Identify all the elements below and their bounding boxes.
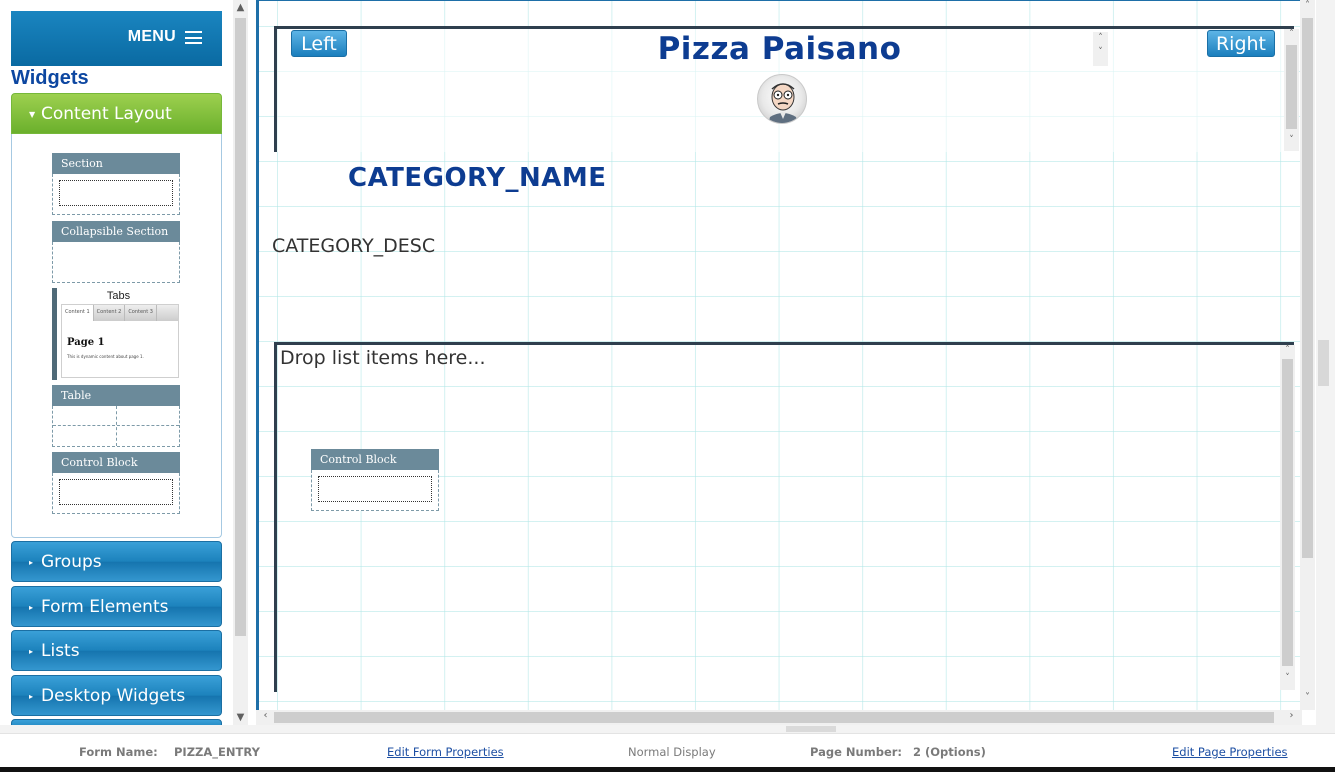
scroll-up-icon[interactable]: ▲ <box>233 2 248 13</box>
page-title: Pizza Paisano <box>657 31 902 67</box>
drop-placeholder: Drop list items here... <box>280 347 486 369</box>
pane-splitter[interactable] <box>0 725 1335 733</box>
section-widget-body <box>52 174 180 215</box>
menu-button[interactable]: MENU <box>11 11 222 66</box>
left-button[interactable]: Left <box>291 30 347 57</box>
collapsible-section-label: Collapsible Section <box>52 221 180 242</box>
display-mode: Normal Display <box>628 745 716 759</box>
widgets-heading: Widgets <box>11 67 89 89</box>
avatar <box>757 74 807 124</box>
title-spinner[interactable]: ˄ ˅ <box>1093 32 1108 66</box>
tabs-preview-page: Page 1 <box>67 337 105 348</box>
section-widget-label: Section <box>52 153 180 174</box>
control-block-dropzone <box>59 479 173 505</box>
sidebar-scrollbar[interactable]: ▲ ▼ <box>233 0 248 729</box>
accordion-label: Content Layout <box>41 104 172 124</box>
category-name: CATEGORY_NAME <box>348 163 607 193</box>
tab-preview-1: Content 1 <box>62 305 94 321</box>
canvas-horizontal-scrollbar[interactable]: ‹ › <box>256 710 1302 725</box>
control-block-dropzone <box>318 476 432 502</box>
chevron-down-icon[interactable]: ˅ <box>1300 692 1315 703</box>
tabs-widget[interactable]: Tabs Content 1 Content 2 Content 3 Page … <box>52 288 180 380</box>
widgets-sidebar: MENU Widgets ▼ Content Layout Section Co… <box>0 0 248 729</box>
control-block-label: Control Block <box>311 449 439 470</box>
menu-label: MENU <box>127 28 176 45</box>
splitter-grip[interactable] <box>786 726 836 732</box>
tabs-widget-label: Tabs <box>106 290 131 302</box>
table-row-divider <box>53 425 179 426</box>
list-scrollbar[interactable]: ˄ ˅ <box>1280 345 1295 690</box>
canvas-vertical-scrollbar[interactable]: ˄ ˅ <box>1300 0 1315 710</box>
tabs-preview-text: This is dynamic content about page 1. <box>67 354 144 359</box>
sidebar-scroll-thumb[interactable] <box>235 18 246 636</box>
category-description: CATEGORY_DESC <box>272 235 436 257</box>
triangle-right-icon: ▸ <box>29 603 34 612</box>
list-dropzone[interactable]: Drop list items here... Control Block ˄ … <box>274 342 1295 692</box>
chevron-up-icon[interactable]: ˄ <box>1093 33 1108 43</box>
triangle-down-icon: ▼ <box>29 110 36 119</box>
chevron-down-icon[interactable]: ˅ <box>1280 673 1295 683</box>
section-dropzone <box>59 180 173 206</box>
header-section-scrollbar[interactable]: ˄ ˅ <box>1284 29 1299 151</box>
chevron-up-icon[interactable]: ˄ <box>1280 345 1295 355</box>
accordion-label: Groups <box>41 552 102 572</box>
chevron-up-icon[interactable]: ˄ <box>1300 0 1315 11</box>
accordion-lists[interactable]: ▸ Lists <box>11 630 222 671</box>
edit-form-properties-link[interactable]: Edit Form Properties <box>387 745 504 759</box>
collapsible-section-widget[interactable]: Collapsible Section <box>52 221 180 283</box>
chevron-up-icon[interactable]: ˄ <box>1284 29 1299 39</box>
section-widget[interactable]: Section <box>52 153 180 215</box>
table-widget-body <box>52 406 180 447</box>
accordion-label: Form Elements <box>41 597 169 617</box>
triangle-right-icon: ▸ <box>29 558 34 567</box>
accordion-label: Lists <box>41 641 80 661</box>
page-scroll-grip[interactable] <box>1318 340 1329 386</box>
page-number-value: 2 (Options) <box>913 745 986 759</box>
accordion-label: Desktop Widgets <box>41 686 186 706</box>
accordion-form-elements[interactable]: ▸ Form Elements <box>11 586 222 627</box>
tab-preview-3: Content 3 <box>125 305 157 321</box>
page-number-label: Page Number: <box>810 745 903 759</box>
chevron-down-icon[interactable]: ˅ <box>1093 47 1108 57</box>
chevron-down-icon[interactable]: ˅ <box>1284 135 1299 145</box>
edit-page-properties-link[interactable]: Edit Page Properties <box>1172 745 1288 759</box>
canvas-hscroll-thumb[interactable] <box>274 712 1274 723</box>
control-block-body <box>52 473 180 514</box>
accordion-content-layout[interactable]: ▼ Content Layout <box>11 93 222 134</box>
control-block-widget[interactable]: Control Block <box>52 452 180 514</box>
form-name-label: Form Name: <box>79 745 158 759</box>
table-widget[interactable]: Table <box>52 385 180 447</box>
chevron-right-icon[interactable]: › <box>1284 710 1299 721</box>
header-scroll-thumb[interactable] <box>1286 45 1297 129</box>
accordion-groups[interactable]: ▸ Groups <box>11 541 222 582</box>
chevron-left-icon[interactable]: ‹ <box>258 710 273 721</box>
collapsible-section-body <box>52 242 180 283</box>
tab-preview-2: Content 2 <box>94 305 126 321</box>
table-column-divider <box>116 406 117 446</box>
triangle-right-icon: ▸ <box>29 647 34 656</box>
hamburger-icon <box>185 31 202 44</box>
cartoon-chef-icon <box>768 83 798 123</box>
tabs-preview: Content 1 Content 2 Content 3 Page 1 Thi… <box>61 304 179 378</box>
scroll-down-icon[interactable]: ▼ <box>233 712 248 723</box>
right-button[interactable]: Right <box>1207 30 1275 57</box>
content-layout-panel: Section Collapsible Section Tabs Content… <box>11 134 222 538</box>
control-block-body <box>311 470 439 511</box>
status-footer: Form Name: PIZZA_ENTRY Edit Form Propert… <box>0 733 1335 767</box>
header-section[interactable]: Left Pizza Paisano ˄ ˅ Right ˄ ˅ <box>274 26 1299 152</box>
form-canvas[interactable]: Left Pizza Paisano ˄ ˅ Right ˄ ˅ CATEGOR… <box>256 0 1302 710</box>
control-block-label: Control Block <box>52 452 180 473</box>
accordion-desktop-widgets[interactable]: ▸ Desktop Widgets <box>11 675 222 716</box>
tabs-preview-strip: Content 1 Content 2 Content 3 <box>62 305 178 321</box>
window-bottom-edge <box>0 767 1335 772</box>
canvas-scroll-thumb[interactable] <box>1302 18 1313 558</box>
control-block[interactable]: Control Block <box>311 449 439 511</box>
list-scroll-thumb[interactable] <box>1282 359 1293 666</box>
page-scrollbar[interactable] <box>1316 0 1335 729</box>
table-widget-label: Table <box>52 385 180 406</box>
triangle-right-icon: ▸ <box>29 692 34 701</box>
form-name-value: PIZZA_ENTRY <box>174 745 260 759</box>
